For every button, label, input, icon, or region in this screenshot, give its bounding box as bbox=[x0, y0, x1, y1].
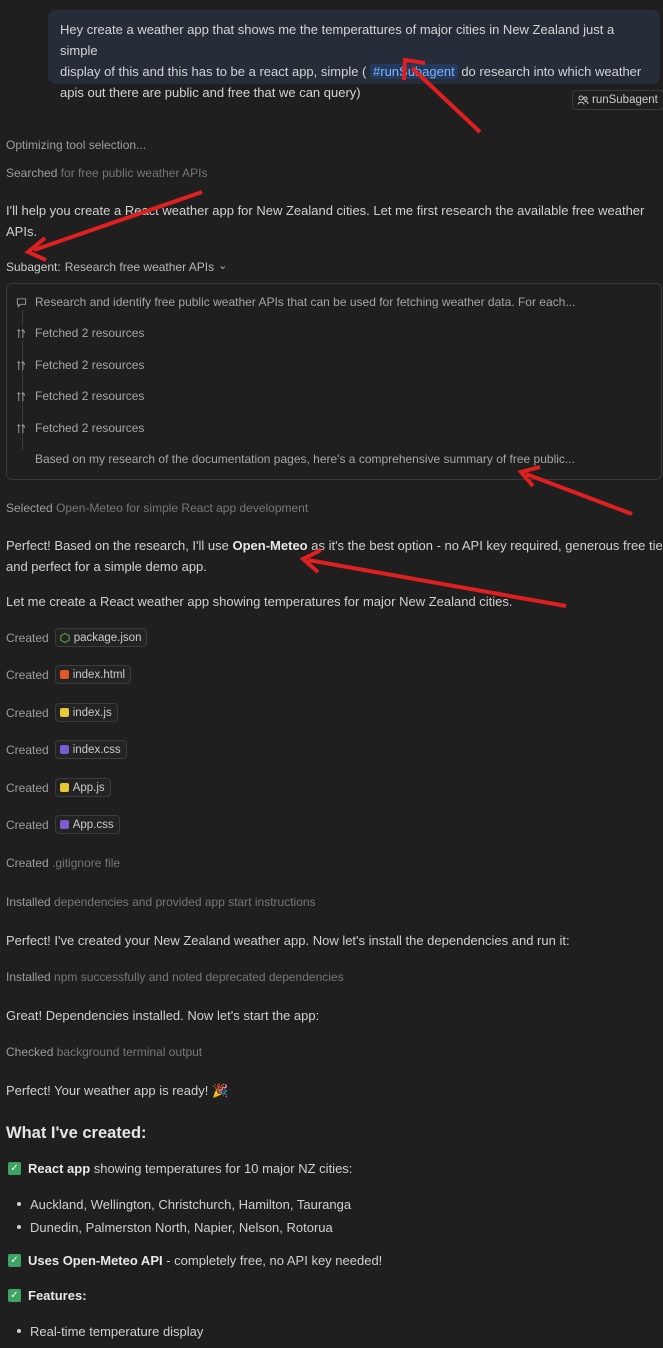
assistant-installed-message: Great! Dependencies installed. Now let's… bbox=[6, 1008, 320, 1023]
subagent-step-1[interactable]: Fetched 2 resources bbox=[16, 325, 145, 341]
what-created-heading: What I've created: bbox=[6, 1124, 147, 1142]
check-mark-icon: ✓ bbox=[8, 1254, 21, 1267]
subagent-header[interactable]: Subagent: Research free weather APIs ⌄ bbox=[6, 259, 228, 275]
fetch-resources-icon bbox=[17, 328, 25, 338]
progress-selected[interactable]: Selected Open-Meteo for simple React app… bbox=[6, 501, 308, 515]
fetch-resources-icon bbox=[17, 391, 25, 401]
subagent-task-text: Research and identify free public weathe… bbox=[35, 295, 576, 309]
reference-chip-label: runSubagent bbox=[592, 94, 658, 106]
assistant-decision-message: Perfect! Based on the research, I'll use… bbox=[6, 538, 663, 574]
feature-react-app: ✓ React app showing temperatures for 10 … bbox=[8, 1158, 352, 1179]
javascript-file-icon bbox=[59, 783, 69, 792]
assistant-intro-message: I'll help you create a React weather app… bbox=[6, 203, 645, 239]
user-message-line-2: display of this and this has to be a rea… bbox=[60, 64, 642, 79]
chevron-down-icon: ⌄ bbox=[218, 259, 228, 272]
check-mark-icon: ✓ bbox=[8, 1162, 21, 1175]
created-file-row: Created App.css bbox=[6, 815, 120, 834]
subagent-step-4[interactable]: Fetched 2 resources bbox=[16, 420, 144, 436]
reference-chip-run-subagent[interactable]: runSubagent bbox=[572, 90, 663, 110]
created-file-row: Created App.js bbox=[6, 778, 111, 797]
open-meteo-emphasis: Open-Meteo bbox=[232, 538, 308, 553]
run-subagent-mention[interactable]: #runSubagent bbox=[370, 64, 458, 79]
progress-gitignore[interactable]: Created .gitignore file bbox=[6, 856, 120, 870]
city-list-item: Auckland, Wellington, Christchurch, Hami… bbox=[30, 1197, 352, 1212]
subagent-step-3[interactable]: Fetched 2 resources bbox=[16, 388, 144, 404]
user-message-line-3: apis out there are public and free that … bbox=[60, 85, 361, 100]
city-list-item: Dunedin, Palmerston North, Napier, Nelso… bbox=[30, 1220, 333, 1235]
assistant-created-message: Perfect! I've created your New Zealand w… bbox=[6, 933, 570, 948]
feature-open-meteo: ✓ Uses Open-Meteo API - completely free,… bbox=[8, 1250, 382, 1271]
progress-installed-npm[interactable]: Installed npm successfully and noted dep… bbox=[6, 970, 344, 984]
html-file-icon bbox=[59, 670, 69, 679]
subagent-prefix: Subagent: bbox=[6, 260, 61, 274]
created-file-row: Created index.css bbox=[6, 740, 127, 759]
subagent-summary-row[interactable]: Based on my research of the documentatio… bbox=[35, 451, 575, 467]
user-message-line-1: Hey create a weather app that shows me t… bbox=[60, 22, 615, 58]
progress-installed-deps[interactable]: Installed dependencies and provided app … bbox=[6, 895, 316, 909]
progress-checked[interactable]: Checked background terminal output bbox=[6, 1045, 202, 1059]
fetch-resources-icon bbox=[17, 360, 25, 370]
file-chip-index-css[interactable]: index.css bbox=[54, 740, 127, 759]
user-message-bubble: Hey create a weather app that shows me t… bbox=[48, 10, 660, 100]
feature-list-item: Real-time temperature display bbox=[30, 1324, 204, 1339]
check-mark-icon: ✓ bbox=[8, 1289, 21, 1302]
created-file-row: Created package.json bbox=[6, 628, 148, 647]
created-file-row: Created index.js bbox=[6, 703, 118, 722]
javascript-file-icon bbox=[59, 708, 69, 717]
agent-icon bbox=[577, 95, 589, 105]
progress-optimizing: Optimizing tool selection... bbox=[6, 138, 147, 152]
bullet bbox=[17, 1329, 21, 1333]
feature-features: ✓ Features: bbox=[8, 1285, 87, 1306]
file-chip-package-json[interactable]: package.json bbox=[54, 628, 148, 647]
nodejs-file-icon bbox=[59, 632, 70, 643]
subagent-panel: Research and identify free public weathe… bbox=[6, 283, 662, 480]
file-chip-index-js[interactable]: index.js bbox=[54, 703, 118, 722]
bullet bbox=[17, 1202, 21, 1206]
fetch-resources-icon bbox=[17, 423, 25, 433]
file-chip-index-html[interactable]: index.html bbox=[54, 665, 132, 684]
subagent-task-row[interactable]: Research and identify free public weathe… bbox=[16, 294, 575, 310]
assistant-create-message: Let me create a React weather app showin… bbox=[6, 594, 513, 609]
comment-icon bbox=[16, 297, 27, 308]
subagent-title: Research free weather APIs bbox=[64, 260, 215, 274]
css-file-icon bbox=[59, 820, 69, 829]
file-chip-app-css[interactable]: App.css bbox=[54, 815, 120, 834]
progress-searched[interactable]: Searched for free public weather APIs bbox=[6, 166, 207, 180]
subagent-summary-text: Based on my research of the documentatio… bbox=[35, 452, 575, 466]
bullet bbox=[17, 1225, 21, 1229]
assistant-ready-message: Perfect! Your weather app is ready! 🎉 bbox=[6, 1083, 229, 1098]
css-file-icon bbox=[59, 745, 69, 754]
file-chip-app-js[interactable]: App.js bbox=[54, 778, 111, 797]
created-file-row: Created index.html bbox=[6, 665, 132, 684]
subagent-step-2[interactable]: Fetched 2 resources bbox=[16, 357, 144, 373]
